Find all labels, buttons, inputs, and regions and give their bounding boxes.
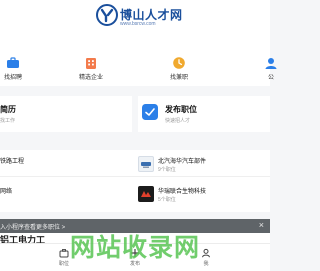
company-jobs: 5个职位 bbox=[158, 197, 176, 203]
nav-item-notice[interactable]: 公 bbox=[246, 52, 296, 86]
resume-card[interactable]: 简历 找工作 bbox=[0, 96, 132, 132]
nav-item-companies[interactable]: 精选企业 bbox=[66, 52, 116, 86]
company-name: 网络 bbox=[0, 189, 13, 195]
tab-label: 职位 bbox=[58, 261, 69, 267]
company-list: 铁路工程 北汽海华汽车部件 9个职位 网络 华瑞联合生物科技 5个职位 bbox=[0, 150, 270, 212]
company-logo bbox=[138, 186, 154, 202]
nav-label: 找招聘 bbox=[3, 75, 22, 81]
plus-icon bbox=[131, 249, 139, 257]
company-jobs: 9个职位 bbox=[158, 167, 176, 173]
close-icon[interactable]: × bbox=[259, 220, 264, 230]
briefcase-icon bbox=[59, 249, 69, 258]
tab-jobs[interactable]: 职位 bbox=[44, 244, 84, 271]
nav-item-find-jobs[interactable]: 找招聘 bbox=[0, 52, 38, 86]
company-logo-icon bbox=[141, 191, 151, 197]
header: 博山人才网 www.bsrcw.com bbox=[0, 0, 270, 52]
send-icon bbox=[142, 104, 158, 120]
tab-label: 我 bbox=[203, 261, 209, 267]
notice-icon bbox=[265, 58, 277, 69]
nav-label: 公 bbox=[267, 75, 274, 81]
card-subtitle: 找工作 bbox=[0, 118, 16, 124]
post-job-card[interactable]: 发布职位 快速招人才 bbox=[138, 96, 270, 132]
building-icon bbox=[86, 58, 96, 69]
company-item[interactable]: 铁路工程 bbox=[0, 154, 130, 178]
bottom-tabbar: 职位 发布 我 bbox=[0, 243, 270, 271]
tab-me[interactable]: 我 bbox=[186, 244, 226, 271]
mini-program-banner[interactable]: 入小程序查看更多职位 > × bbox=[0, 219, 270, 233]
tab-label: 发布 bbox=[129, 261, 140, 267]
quick-nav: 找招聘 精选企业 找兼职 公 bbox=[0, 52, 277, 86]
user-icon bbox=[202, 248, 210, 258]
company-logo bbox=[138, 156, 154, 172]
site-logo[interactable]: 博山人才网 www.bsrcw.com bbox=[96, 4, 192, 30]
company-name: 华瑞联合生物科技 bbox=[158, 189, 207, 195]
company-logo-icon bbox=[141, 162, 151, 168]
card-title: 简历 bbox=[0, 105, 16, 114]
company-name: 铁路工程 bbox=[0, 159, 25, 165]
action-cards: 简历 找工作 发布职位 快速招人才 bbox=[0, 96, 270, 132]
company-item[interactable]: 网络 bbox=[0, 184, 130, 208]
logo-mark-icon bbox=[96, 4, 118, 26]
card-title: 发布职位 bbox=[165, 105, 197, 114]
divider bbox=[0, 176, 270, 177]
company-item[interactable]: 华瑞联合生物科技 5个职位 bbox=[138, 184, 270, 208]
nav-label: 找兼职 bbox=[169, 75, 188, 81]
logo-url: www.bsrcw.com bbox=[120, 21, 156, 27]
briefcase-icon bbox=[7, 57, 19, 68]
company-item[interactable]: 北汽海华汽车部件 9个职位 bbox=[138, 154, 270, 178]
tab-post[interactable]: 发布 bbox=[115, 244, 155, 271]
nav-item-part-time[interactable]: 找兼职 bbox=[154, 52, 204, 86]
company-name: 北汽海华汽车部件 bbox=[158, 159, 207, 165]
clock-icon bbox=[173, 57, 185, 69]
nav-label: 精选企业 bbox=[78, 75, 103, 81]
card-subtitle: 快速招人才 bbox=[165, 118, 191, 124]
banner-text: 入小程序查看更多职位 > bbox=[0, 225, 66, 231]
